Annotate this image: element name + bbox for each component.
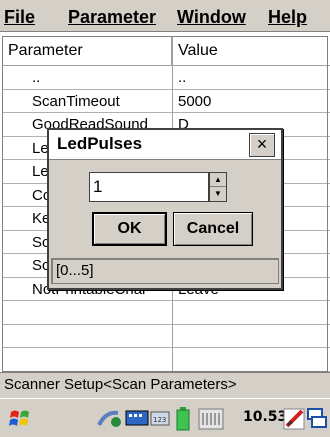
menu-help[interactable]: Help (268, 7, 307, 27)
keyboard-icon[interactable]: 123 (150, 407, 170, 434)
status-bar: Scanner Setup<Scan Parameters> (0, 372, 330, 398)
cell-parameter (32, 325, 170, 348)
value-input[interactable]: 1 (89, 172, 209, 202)
ok-button[interactable]: OK (92, 212, 167, 246)
value-spinner[interactable]: ▲ ▼ (209, 172, 227, 202)
cell-value (178, 348, 328, 371)
cell-parameter: ScanTimeout (32, 92, 120, 110)
connectivity-icon[interactable] (96, 407, 122, 434)
table-row[interactable]: ScanTimeout 5000 (2, 90, 330, 113)
cancel-button[interactable]: Cancel (173, 212, 253, 246)
column-header-parameter[interactable]: Parameter (2, 36, 172, 66)
edit-icon[interactable] (282, 407, 308, 436)
window-switch-icon[interactable] (306, 407, 328, 436)
start-windows-icon[interactable] (8, 407, 34, 436)
menu-bar: File Parameter Window Help (0, 0, 330, 32)
table-row[interactable]: .... (2, 66, 330, 90)
menu-window[interactable]: Window (177, 7, 246, 27)
input-panel-icon[interactable] (124, 407, 150, 434)
menu-parameter-label: Parameter (68, 7, 157, 27)
cell-value: 5000 (178, 92, 212, 110)
spin-up-icon[interactable]: ▲ (210, 173, 226, 187)
cell-parameter: .. (32, 69, 41, 86)
spin-down-icon[interactable]: ▼ (210, 187, 226, 201)
signal-icon[interactable] (198, 407, 226, 436)
ledpulses-dialog: LedPulses × 1 ▲ ▼ OK Cancel [0...5] (47, 128, 283, 290)
table-row[interactable] (2, 325, 330, 348)
cell-value: .. (178, 69, 187, 86)
dialog-title: LedPulses (57, 134, 143, 153)
table-row[interactable] (2, 301, 330, 325)
cell-value (178, 301, 328, 324)
column-header-value[interactable]: Value (172, 36, 330, 66)
menu-parameter[interactable]: Parameter (68, 7, 156, 27)
range-hint: [0...5] (51, 258, 279, 284)
close-icon: × (256, 134, 268, 154)
cell-parameter (32, 348, 170, 371)
close-button[interactable]: × (249, 133, 275, 157)
cell-value (178, 325, 328, 348)
cell-parameter (32, 301, 170, 324)
menu-help-label: Help (268, 7, 308, 27)
battery-icon[interactable] (176, 407, 190, 436)
dialog-titlebar: LedPulses × (49, 130, 281, 160)
clock[interactable]: 10.53 (243, 409, 287, 425)
svg-text:123: 123 (153, 416, 166, 424)
taskbar: 123 10.53 (0, 398, 330, 437)
table-row[interactable] (2, 348, 330, 372)
menu-window-label: Window (177, 7, 246, 27)
menu-file[interactable]: File (4, 7, 35, 27)
table-header: Parameter Value (2, 36, 330, 66)
menu-file-label: File (4, 7, 36, 27)
